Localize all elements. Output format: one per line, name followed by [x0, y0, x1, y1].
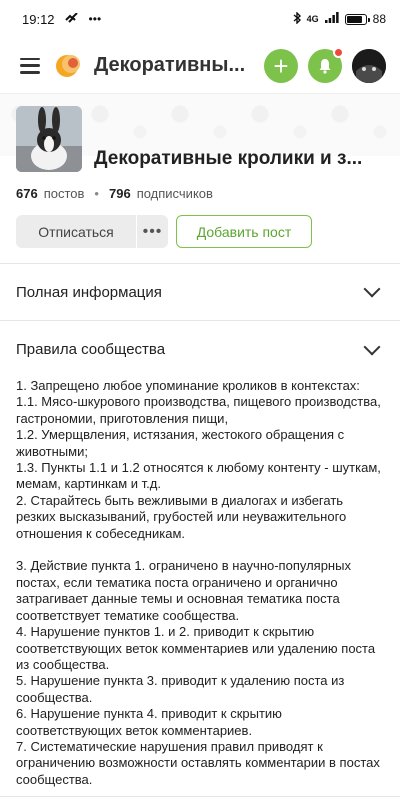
subscribers-count: 796	[108, 186, 131, 201]
chevron-down-icon	[363, 338, 381, 355]
signal-glyph-icon	[64, 12, 79, 26]
community-row: Декоративные кролики и з...	[16, 106, 384, 172]
bell-icon	[319, 58, 331, 74]
chevron-down-icon	[363, 280, 381, 298]
user-avatar[interactable]	[352, 48, 386, 83]
plus-icon: +	[273, 50, 289, 81]
battery-percent: 88	[372, 12, 386, 26]
menu-icon[interactable]	[20, 57, 40, 74]
create-button[interactable]: +	[264, 48, 298, 83]
full-info-section[interactable]: Полная информация	[0, 264, 400, 321]
bluetooth-icon	[293, 10, 301, 27]
stats-separator: •	[94, 186, 99, 201]
full-info-title: Полная информация	[16, 283, 162, 301]
community-title: Декоративные кролики и з...	[94, 148, 363, 169]
rules-text: 1. Запрещено любое упоминание кроликов в…	[16, 378, 381, 787]
status-time: 19:12	[22, 11, 55, 27]
network-label: 4G	[306, 14, 319, 24]
status-right: 4G 88	[293, 10, 386, 27]
more-dots-icon: •••	[88, 12, 102, 26]
status-left: 19:12 •••	[22, 12, 101, 27]
rules-title: Правила сообщества	[16, 341, 166, 358]
battery-icon	[344, 13, 370, 25]
status-bar: 19:12 ••• 4G 88	[0, 0, 400, 38]
posts-count: 676	[16, 186, 38, 201]
subscribers-label: подписчиков	[136, 186, 213, 201]
app-title: Декоративны...	[94, 54, 246, 76]
posts-label: постов	[43, 186, 85, 201]
rules-section[interactable]: Правила сообщества	[0, 321, 400, 378]
add-post-button[interactable]: Добавить пост	[176, 215, 312, 248]
more-options-button[interactable]: •••	[136, 215, 168, 248]
bottom-navigation	[0, 796, 400, 806]
community-actions: Отписаться ••• Добавить пост	[16, 215, 384, 248]
community-header: Декоративные кролики и з... 676 постов •…	[0, 94, 400, 248]
cell-signal-icon	[324, 12, 339, 26]
app-logo-icon[interactable]	[54, 51, 84, 81]
unsubscribe-button[interactable]: Отписаться	[16, 215, 136, 248]
notification-badge	[333, 46, 344, 58]
notifications-button[interactable]	[308, 46, 344, 83]
community-avatar	[16, 106, 82, 172]
unsubscribe-group: Отписаться •••	[16, 215, 168, 248]
community-stats: 676 постов • 796 подписчиков	[16, 186, 384, 201]
app-header: Декоративны... +	[0, 38, 400, 94]
